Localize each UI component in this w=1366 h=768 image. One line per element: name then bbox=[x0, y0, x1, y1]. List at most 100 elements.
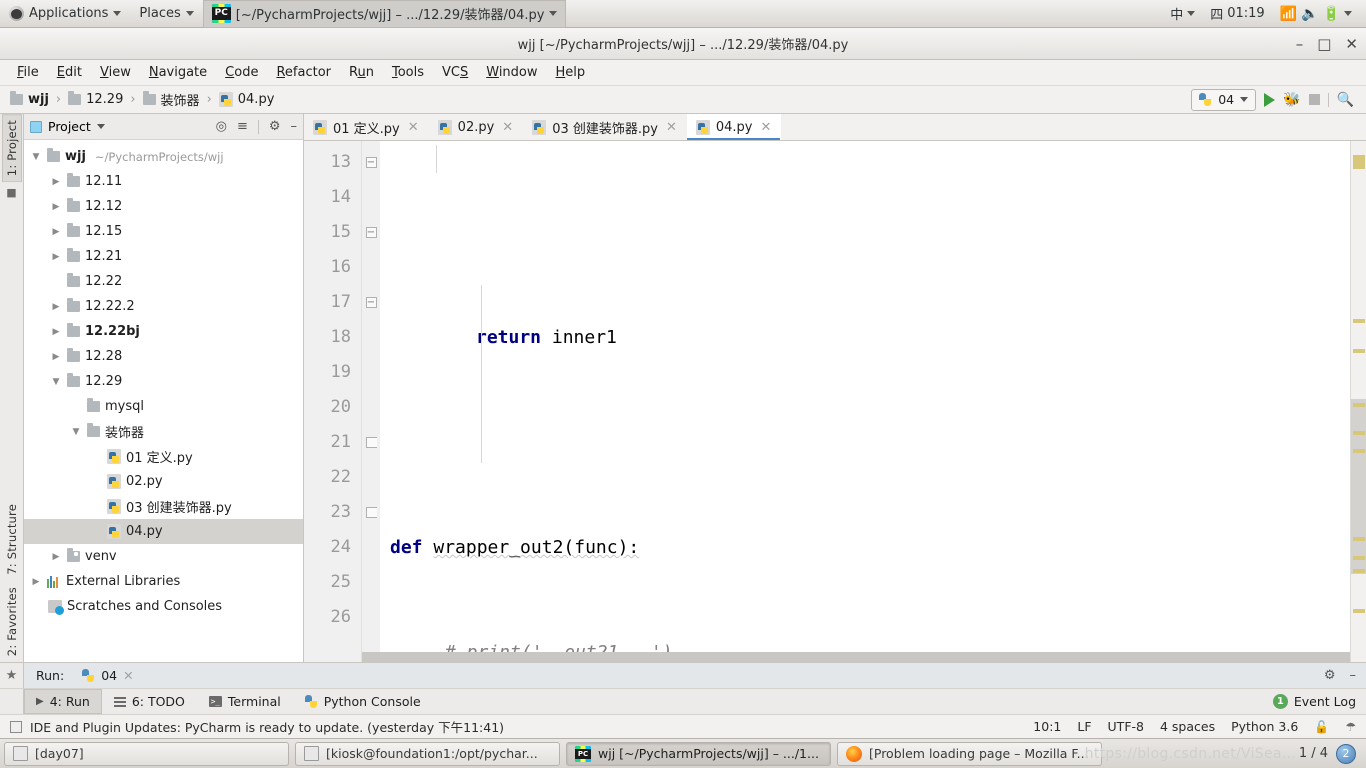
menu-vcs[interactable]: VCS bbox=[433, 62, 477, 83]
debug-icon[interactable]: 🐝 bbox=[1283, 93, 1300, 107]
locate-icon[interactable]: ◎ bbox=[216, 119, 227, 134]
notification-icon[interactable] bbox=[10, 720, 22, 733]
menu-run[interactable]: Run bbox=[340, 62, 383, 83]
fold-marker[interactable]: − bbox=[362, 145, 380, 180]
chevron-collapsed-icon[interactable]: ▶ bbox=[50, 252, 62, 262]
favorites-star-icon[interactable]: ★ bbox=[0, 662, 24, 689]
tree-item-1212[interactable]: ▶ 12.12 bbox=[24, 194, 303, 219]
tree-item-1215[interactable]: ▶ 12.15 bbox=[24, 219, 303, 244]
tree-item-venv[interactable]: ▶ venv bbox=[24, 544, 303, 569]
chevron-collapsed-icon[interactable]: ▶ bbox=[50, 352, 62, 362]
input-method-indicator[interactable]: 中 bbox=[1164, 4, 1201, 23]
menu-refactor[interactable]: Refactor bbox=[267, 62, 340, 83]
tab-04[interactable]: 04.py ✕ bbox=[686, 114, 782, 140]
menu-edit[interactable]: Edit bbox=[48, 62, 91, 83]
tool-window-todo[interactable]: 6: TODO bbox=[102, 689, 197, 714]
caret-position[interactable]: 10:1 bbox=[1033, 719, 1061, 734]
editor-marker-gutter[interactable] bbox=[1350, 141, 1366, 662]
tree-item-wjj[interactable]: ▼ wjj ~/PycharmProjects/wjj bbox=[24, 144, 303, 169]
sidebar-item-project[interactable]: 1: Project bbox=[1, 114, 22, 183]
breadcrumb-wjj[interactable]: wjj bbox=[6, 90, 53, 109]
chevron-collapsed-icon[interactable]: ▶ bbox=[50, 202, 62, 212]
close-icon[interactable]: ✕ bbox=[408, 120, 419, 135]
search-icon[interactable]: 🔍 bbox=[1337, 92, 1354, 108]
menu-help[interactable]: Help bbox=[547, 62, 595, 83]
line-separator[interactable]: LF bbox=[1077, 719, 1091, 734]
stop-icon[interactable] bbox=[1308, 94, 1320, 105]
clock-indicator[interactable]: 四 01:19 bbox=[1204, 4, 1270, 23]
scrollbar-thumb[interactable] bbox=[362, 652, 1366, 662]
lock-icon[interactable]: 🔓 bbox=[1314, 720, 1329, 734]
places-menu[interactable]: Places bbox=[130, 0, 202, 28]
chevron-collapsed-icon[interactable]: ▶ bbox=[50, 327, 62, 337]
scrollbar-thumb[interactable] bbox=[1351, 399, 1366, 574]
fold-marker[interactable]: − bbox=[362, 215, 380, 250]
tree-item-decorator[interactable]: ▼ 装饰器 bbox=[24, 419, 303, 444]
taskbar-item-day07[interactable]: [day07] bbox=[4, 741, 289, 766]
tree-item-1211[interactable]: ▶ 12.11 bbox=[24, 169, 303, 194]
tree-item-1228[interactable]: ▶ 12.28 bbox=[24, 344, 303, 369]
workspace-pager[interactable]: 1 / 4 bbox=[1299, 746, 1328, 761]
tree-item-12222[interactable]: ▶ 12.22.2 bbox=[24, 294, 303, 319]
tool-window-python-console[interactable]: Python Console bbox=[293, 689, 433, 714]
chevron-expanded-icon[interactable]: ▼ bbox=[50, 377, 62, 387]
chevron-collapsed-icon[interactable]: ▶ bbox=[50, 227, 62, 237]
system-status-indicator[interactable]: 📶 🔈 🔋 bbox=[1274, 7, 1358, 21]
taskbar-item-firefox[interactable]: [Problem loading page – Mozilla F... bbox=[837, 741, 1102, 766]
indent-setting[interactable]: 4 spaces bbox=[1160, 719, 1215, 734]
file-encoding[interactable]: UTF-8 bbox=[1108, 719, 1144, 734]
menu-code[interactable]: Code bbox=[216, 62, 267, 83]
tab-03-create-decorator[interactable]: 03 创建装饰器.py ✕ bbox=[523, 114, 687, 140]
chevron-collapsed-icon[interactable]: ▶ bbox=[50, 552, 62, 562]
close-icon[interactable]: ✕ bbox=[123, 668, 133, 683]
chevron-expanded-icon[interactable]: ▼ bbox=[70, 427, 82, 437]
sidebar-item-structure[interactable]: 7: Structure bbox=[2, 498, 22, 581]
tree-item-1229[interactable]: ▼ 12.29 bbox=[24, 369, 303, 394]
chevron-collapsed-icon[interactable]: ▶ bbox=[30, 577, 42, 587]
tree-item-02[interactable]: 02.py bbox=[24, 469, 303, 494]
active-window-menu[interactable]: PC [~/PycharmProjects/wjj] – .../12.29/装… bbox=[202, 0, 567, 28]
tree-item-03-create-decorator[interactable]: 03 创建装饰器.py bbox=[24, 494, 303, 519]
tab-01-definition[interactable]: 01 定义.py ✕ bbox=[304, 114, 429, 140]
menu-tools[interactable]: Tools bbox=[383, 62, 433, 83]
gear-icon[interactable]: ⚙ bbox=[269, 119, 281, 134]
chevron-collapsed-icon[interactable]: ▶ bbox=[50, 302, 62, 312]
event-log-button[interactable]: 1 Event Log bbox=[1263, 689, 1366, 714]
minimize-button[interactable]: – bbox=[1296, 36, 1304, 52]
tree-item-mysql[interactable]: mysql bbox=[24, 394, 303, 419]
chevron-down-icon[interactable] bbox=[96, 124, 105, 129]
taskbar-item-terminal[interactable]: [kiosk@foundation1:/opt/pychar... bbox=[295, 741, 560, 766]
taskbar-item-pycharm[interactable]: PC wjj [~/PycharmProjects/wjj] – .../1..… bbox=[566, 741, 831, 766]
menu-navigate[interactable]: Navigate bbox=[140, 62, 216, 83]
tool-window-run[interactable]: ▶ 4: Run bbox=[24, 689, 102, 714]
hide-icon[interactable]: – bbox=[291, 119, 298, 134]
sidebar-item-favorites[interactable]: 2: Favorites bbox=[2, 581, 22, 662]
fold-marker[interactable] bbox=[362, 495, 380, 530]
tool-window-terminal[interactable]: >_ Terminal bbox=[197, 689, 293, 714]
tab-02[interactable]: 02.py ✕ bbox=[429, 114, 524, 140]
menu-view[interactable]: View bbox=[91, 62, 140, 83]
inspection-icon[interactable]: ☂ bbox=[1345, 720, 1356, 734]
close-icon[interactable]: ✕ bbox=[666, 120, 677, 135]
breadcrumb-file[interactable]: 04.py bbox=[215, 90, 279, 109]
code-content[interactable]: return inner1 def wrapper_out2(func): # … bbox=[380, 141, 1350, 662]
tree-item-04[interactable]: 04.py bbox=[24, 519, 303, 544]
tree-item-1222[interactable]: 12.22 bbox=[24, 269, 303, 294]
editor-horizontal-scrollbar[interactable] bbox=[362, 652, 1366, 662]
close-icon[interactable]: ✕ bbox=[761, 120, 772, 135]
menu-window[interactable]: Window bbox=[477, 62, 546, 83]
tree-item-1222bj[interactable]: ▶ 12.22bj bbox=[24, 319, 303, 344]
chevron-expanded-icon[interactable]: ▼ bbox=[30, 152, 42, 162]
maximize-button[interactable]: □ bbox=[1317, 36, 1331, 52]
close-button[interactable]: ✕ bbox=[1345, 36, 1358, 52]
hide-icon[interactable]: – bbox=[1350, 668, 1357, 683]
tree-item-scratches-and-consoles[interactable]: Scratches and Consoles bbox=[24, 594, 303, 619]
collapse-all-icon[interactable]: ≡ bbox=[237, 119, 248, 134]
chevron-collapsed-icon[interactable]: ▶ bbox=[50, 177, 62, 187]
applications-menu[interactable]: Applications bbox=[0, 0, 130, 28]
tree-item-external-libraries[interactable]: ▶ External Libraries bbox=[24, 569, 303, 594]
gear-icon[interactable]: ⚙ bbox=[1324, 668, 1336, 683]
tree-item-1221[interactable]: ▶ 12.21 bbox=[24, 244, 303, 269]
run-icon[interactable] bbox=[1264, 92, 1276, 107]
run-configuration-tab[interactable]: 04 ✕ bbox=[82, 668, 134, 683]
